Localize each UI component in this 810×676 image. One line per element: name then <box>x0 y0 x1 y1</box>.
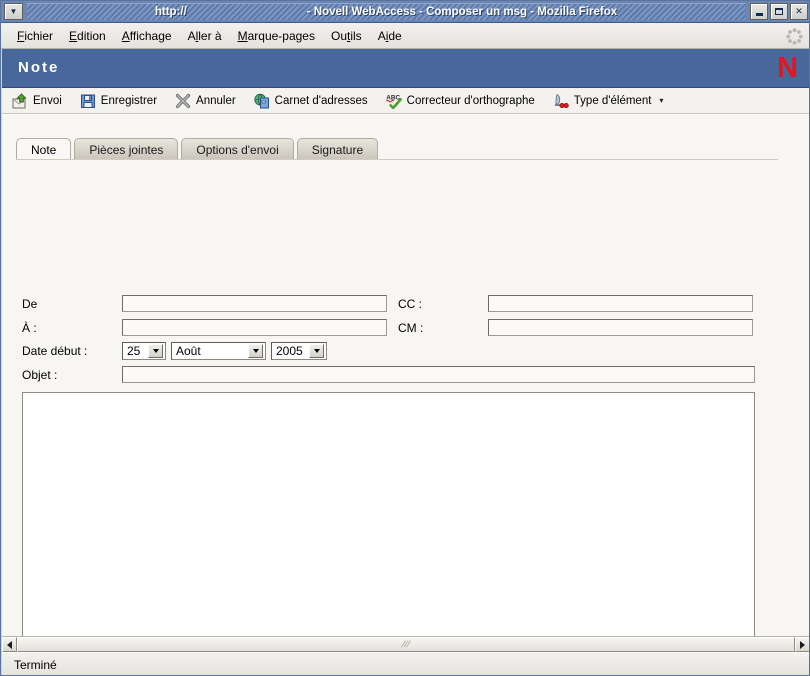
toolbar-enregistrer-button[interactable]: Enregistrer <box>80 93 157 109</box>
input-objet[interactable] <box>122 366 755 383</box>
chevron-down-icon <box>148 344 163 358</box>
item-type-icon <box>553 93 569 109</box>
menu-fichier[interactable]: Fichier <box>9 27 61 45</box>
toolbar-enregistrer-label: Enregistrer <box>100 94 158 107</box>
chevron-down-icon <box>309 344 324 358</box>
address-book-icon <box>254 93 270 109</box>
select-date-month-value: Août <box>176 344 201 358</box>
menu-edition[interactable]: Edition <box>61 27 114 45</box>
toolbar-carnet-adresses-label: Carnet d'adresses <box>274 94 368 107</box>
input-a[interactable] <box>122 319 387 336</box>
floppy-save-icon <box>80 93 96 109</box>
close-icon: ✕ <box>795 6 803 16</box>
cancel-x-icon <box>175 93 191 109</box>
window-title: http:// - Novell WebAccess - Composer un … <box>27 1 745 23</box>
menu-affichage[interactable]: Affichage <box>114 27 180 45</box>
scroll-right-icon[interactable] <box>795 637 809 652</box>
browser-viewport: Note N Envoi Enregistrer Annuler Carnet … <box>2 49 809 636</box>
field-cc-row: CC : <box>398 295 753 312</box>
select-date-day-value: 25 <box>127 344 141 358</box>
select-date-year-value: 2005 <box>276 344 303 358</box>
chevron-down-icon: ▼ <box>9 7 18 16</box>
toolbar-type-element-button[interactable]: Type d'élément ▾ <box>553 93 664 109</box>
select-date-day[interactable]: 25 <box>122 342 166 360</box>
window-menu-button[interactable]: ▼ <box>4 3 23 20</box>
toolbar-envoi-button[interactable]: Envoi <box>12 92 62 109</box>
input-message-body[interactable] <box>22 392 755 636</box>
scrollbar-thumb[interactable]: /// <box>17 637 795 652</box>
send-envelope-icon <box>12 92 28 109</box>
label-a: À : <box>22 320 37 335</box>
input-cm[interactable] <box>488 319 753 336</box>
app-toolbar: Envoi Enregistrer Annuler Carnet d'adres… <box>2 88 809 114</box>
novell-logo: N <box>777 52 798 84</box>
page-title: Note <box>18 59 60 76</box>
toolbar-correcteur-orthographe-button[interactable]: ABC Correcteur d'orthographe <box>385 93 535 109</box>
chevron-down-icon: ▾ <box>659 96 664 105</box>
browser-menubar: Fichier Edition Affichage Aller à Marque… <box>1 23 809 49</box>
menu-outils[interactable]: Outils <box>323 27 370 45</box>
minimize-button[interactable] <box>750 3 768 20</box>
toolbar-annuler-label: Annuler <box>196 94 236 107</box>
tab-pieces-jointes[interactable]: Pièces jointes <box>74 138 179 160</box>
minimize-icon <box>755 12 763 16</box>
scrollbar-grip: /// <box>400 639 412 649</box>
scroll-left-icon[interactable] <box>2 637 17 652</box>
toolbar-correcteur-orthographe-label: Correcteur d'orthographe <box>406 94 535 107</box>
select-date-month[interactable]: Août <box>171 342 266 360</box>
label-cc: CC : <box>398 296 422 311</box>
select-date-year[interactable]: 2005 <box>271 342 327 360</box>
compose-tabs: Note Pièces jointes Options d'envoi Sign… <box>16 137 381 160</box>
toolbar-carnet-adresses-button[interactable]: Carnet d'adresses <box>254 93 368 109</box>
label-cm: CM : <box>398 320 424 335</box>
chevron-down-icon <box>248 344 263 358</box>
tab-options-envoi[interactable]: Options d'envoi <box>181 138 294 160</box>
menu-aide[interactable]: Aide <box>370 27 410 45</box>
throbber-icon[interactable] <box>786 28 803 45</box>
app-banner: Note N <box>2 49 809 88</box>
field-a-row: À : <box>22 319 387 336</box>
compose-page: Note Pièces jointes Options d'envoi Sign… <box>2 114 809 636</box>
tab-signature[interactable]: Signature <box>296 138 379 160</box>
browser-statusbar: Terminé <box>2 652 809 675</box>
field-cm-row: CM : <box>398 319 753 336</box>
window-controls: ✕ <box>750 3 808 20</box>
horizontal-scrollbar[interactable]: /// <box>2 636 809 652</box>
field-de-row: De <box>22 295 387 312</box>
status-text: Terminé <box>14 657 57 672</box>
close-button[interactable]: ✕ <box>790 3 808 20</box>
input-cc[interactable] <box>488 295 753 312</box>
window-title-text: - Novell WebAccess - Composer un msg - M… <box>306 6 618 18</box>
maximize-icon <box>775 8 783 15</box>
label-date-debut: Date début : <box>22 344 88 358</box>
window-title-url: http:// <box>154 6 187 18</box>
window-titlebar: ▼ http:// - Novell WebAccess - Composer u… <box>1 1 809 23</box>
label-de: De <box>22 296 38 311</box>
field-date-row: Date début : 25 Août 2005 <box>22 342 327 360</box>
tab-note[interactable]: Note <box>16 138 72 160</box>
menu-aller-a[interactable]: Aller à <box>180 27 230 45</box>
label-objet: Objet : <box>22 367 58 382</box>
field-objet-row: Objet : <box>22 366 755 383</box>
toolbar-type-element-label: Type d'élément <box>573 94 652 107</box>
toolbar-annuler-button[interactable]: Annuler <box>175 93 236 109</box>
input-de[interactable] <box>122 295 387 312</box>
toolbar-envoi-label: Envoi <box>33 94 62 107</box>
maximize-button[interactable] <box>770 3 788 20</box>
firefox-window: ▼ http:// - Novell WebAccess - Composer u… <box>0 0 810 676</box>
tab-underline <box>16 159 778 160</box>
spellcheck-abc-icon: ABC <box>385 93 402 109</box>
menu-marque-pages[interactable]: Marque-pages <box>230 27 323 45</box>
